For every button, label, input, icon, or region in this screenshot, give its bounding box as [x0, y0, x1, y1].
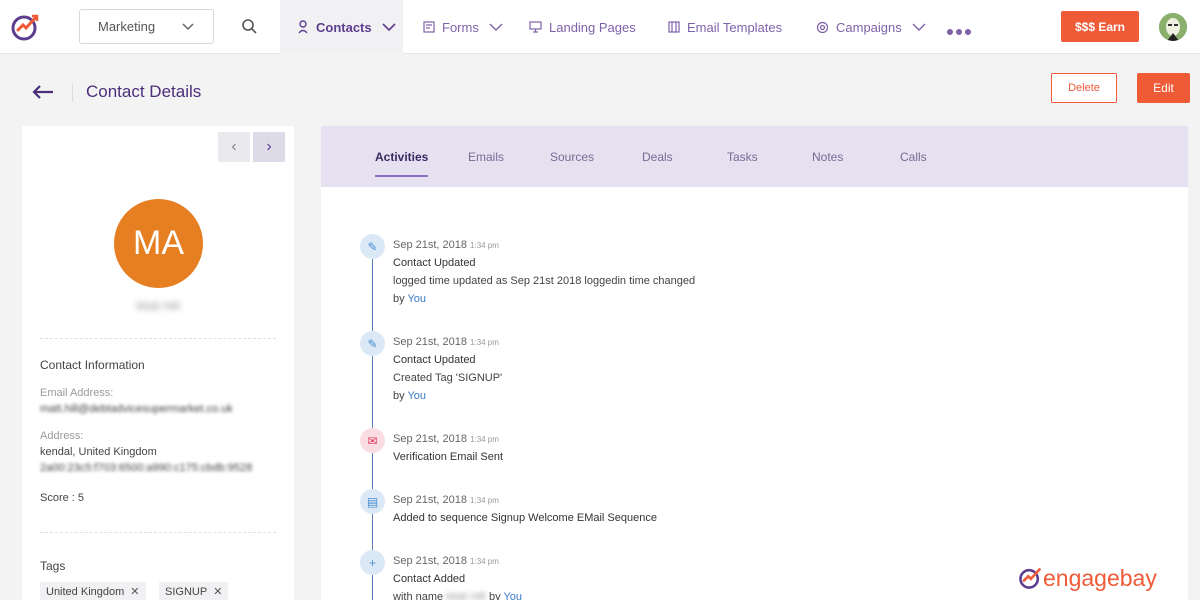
tag-label: United Kingdom — [46, 586, 125, 598]
author-link[interactable]: You — [407, 293, 426, 305]
template-icon — [668, 21, 680, 33]
email-value[interactable]: matt.hill@debtadvicesupermarket.co.uk — [40, 403, 233, 415]
header-divider — [72, 84, 73, 102]
activity-detail: Created Tag 'SIGNUP' — [393, 372, 503, 384]
activity-date: Sep 21st, 2018 1:34 pm — [393, 336, 499, 348]
contact-name: Matt Hill — [136, 299, 180, 313]
tag-chip: United Kingdom ✕ — [40, 582, 146, 600]
contact-avatar: MA — [114, 199, 203, 288]
activity-date: Sep 21st, 2018 1:34 pm — [393, 555, 499, 567]
nav-contacts-label: Contacts — [316, 19, 372, 35]
activity-title: Added to sequence Signup Welcome EMail S… — [393, 512, 657, 524]
nav-contacts[interactable]: Contacts — [280, 0, 403, 54]
tag-chip: SIGNUP ✕ — [159, 582, 229, 600]
score-value: Score : 5 — [40, 492, 85, 504]
chevron-down-icon — [912, 23, 926, 31]
contact-info-heading: Contact Information — [40, 358, 145, 372]
user-face-icon — [1159, 13, 1187, 41]
back-arrow-icon[interactable] — [31, 83, 55, 101]
activity-date: Sep 21st, 2018 1:34 pm — [393, 239, 499, 251]
nav-landing-pages-label: Landing Pages — [549, 19, 636, 35]
activity-detail: with name Matt Hill by You — [393, 591, 522, 600]
nav-email-templates[interactable]: Email Templates — [668, 0, 782, 54]
divider — [40, 532, 276, 533]
active-tab-indicator — [375, 175, 428, 177]
edit-button[interactable]: Edit — [1137, 73, 1190, 103]
mail-icon: ✉ — [360, 428, 385, 453]
tab-deals[interactable]: Deals — [642, 150, 673, 164]
chevron-down-icon — [382, 23, 396, 32]
pencil-icon: ✎ — [360, 331, 385, 356]
tab-notes[interactable]: Notes — [812, 150, 843, 164]
pencil-icon: ✎ — [360, 234, 385, 259]
activity-detail: logged time updated as Sep 21st 2018 log… — [393, 275, 696, 287]
activity-title: Contact Updated — [393, 354, 476, 366]
tab-sources[interactable]: Sources — [550, 150, 594, 164]
more-menu-icon[interactable] — [947, 22, 975, 35]
activity-title: Contact Added — [393, 573, 466, 585]
author-link[interactable]: You — [503, 591, 522, 600]
chevron-down-icon — [182, 23, 194, 31]
engagebay-logo-icon[interactable] — [10, 12, 40, 42]
activity-date: Sep 21st, 2018 1:34 pm — [393, 494, 499, 506]
contact-profile-panel: ‹ › MA Matt Hill Contact Information Ema… — [22, 126, 294, 600]
top-navbar: Marketing Contacts Forms Landing Pages E… — [0, 0, 1200, 54]
tab-tasks[interactable]: Tasks — [727, 150, 758, 164]
activity-title: Contact Updated — [393, 257, 476, 269]
workspace-label: Marketing — [98, 19, 156, 34]
activity-date: Sep 21st, 2018 1:34 pm — [393, 433, 499, 445]
tags-heading: Tags — [40, 559, 66, 573]
address-label: Address: — [40, 430, 84, 442]
plus-icon: + — [360, 550, 385, 575]
document-icon: ▤ — [360, 489, 385, 514]
tab-activities[interactable]: Activities — [375, 150, 428, 164]
nav-email-templates-label: Email Templates — [687, 19, 783, 35]
activity-panel: Activities Emails Sources Deals Tasks No… — [321, 126, 1188, 600]
page-title: Contact Details — [86, 82, 202, 101]
engagebay-logo-icon — [1019, 568, 1041, 589]
tag-label: SIGNUP — [165, 586, 208, 598]
email-label: Email Address: — [40, 387, 114, 399]
timeline-line — [372, 246, 373, 600]
nav-campaigns-label: Campaigns — [836, 19, 902, 35]
next-contact-button[interactable]: › — [253, 132, 285, 162]
activity-author: by You — [393, 390, 427, 402]
brand-text: engagebay — [1043, 564, 1157, 591]
previous-contact-button[interactable]: ‹ — [218, 132, 250, 162]
tab-emails[interactable]: Emails — [468, 150, 504, 164]
monitor-icon — [529, 21, 542, 33]
address-line-1: kendal, United Kingdom — [40, 446, 157, 458]
earn-button[interactable]: $$$ Earn — [1061, 11, 1139, 42]
remove-tag-icon[interactable]: ✕ — [213, 586, 222, 598]
nav-forms[interactable]: Forms — [423, 0, 503, 54]
person-icon — [298, 20, 308, 34]
search-icon[interactable] — [241, 18, 258, 35]
user-avatar[interactable] — [1159, 13, 1187, 41]
nav-landing-pages[interactable]: Landing Pages — [529, 0, 636, 54]
workspace-select[interactable]: Marketing — [79, 9, 214, 44]
nav-campaigns[interactable]: Campaigns — [816, 0, 926, 54]
campaign-icon — [816, 21, 829, 33]
nav-forms-label: Forms — [442, 19, 479, 35]
author-link[interactable]: You — [407, 390, 426, 402]
address-line-2: 2a00:23c5:f703:6500:a990:c175:cbdb:9528 — [40, 462, 253, 474]
form-icon — [423, 21, 435, 33]
tab-calls[interactable]: Calls — [900, 150, 927, 164]
activity-author: by You — [393, 293, 427, 305]
remove-tag-icon[interactable]: ✕ — [130, 586, 139, 598]
chevron-down-icon — [489, 23, 503, 31]
activity-title: Verification Email Sent — [393, 451, 504, 463]
tabs-bar: Activities Emails Sources Deals Tasks No… — [321, 126, 1188, 187]
engagebay-brand-logo: engagebay — [1017, 562, 1187, 594]
divider — [40, 338, 276, 339]
delete-button[interactable]: Delete — [1051, 73, 1117, 103]
